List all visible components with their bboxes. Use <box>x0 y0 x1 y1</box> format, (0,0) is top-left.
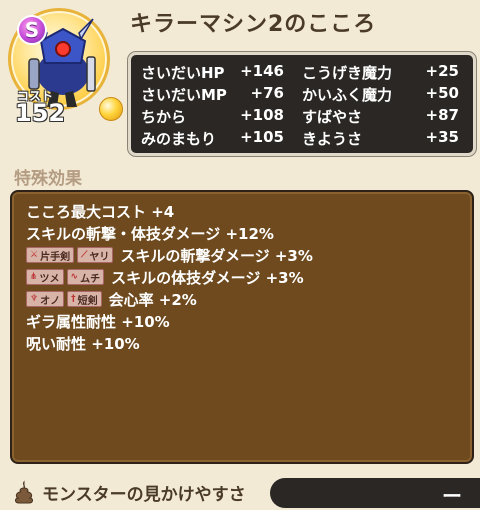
stat-name: さいだいHP <box>141 63 225 82</box>
stat-strength: ちから +108 <box>141 106 302 127</box>
stat-dexterity: きようさ +35 <box>302 128 463 149</box>
sword-icon: ⚔ <box>30 250 39 260</box>
monster-portrait[interactable]: S コスト 152 <box>8 8 123 127</box>
visibility-label: モンスターの見かけやすさ <box>42 485 246 505</box>
stat-name: ちから <box>141 107 187 126</box>
weapon-tag: † 短剣 <box>67 291 102 307</box>
effect-text: スキルの体技ダメージ +3% <box>111 268 304 287</box>
rank-badge: S <box>17 15 47 45</box>
stat-name: すばやさ <box>302 107 363 126</box>
page-title: キラーマシン2のこころ <box>130 12 377 37</box>
weapon-tag: ∿ ムチ <box>66 269 105 285</box>
weapon-tag-label: ヤリ <box>89 251 110 263</box>
effect-text: こころ最大コスト +4 <box>26 202 175 221</box>
weapon-tag-label: 片手剣 <box>40 251 71 263</box>
effect-row: ⚔ 片手剣 ⟋ ヤリ スキルの斬撃ダメージ +3% <box>26 244 458 266</box>
stat-value: +105 <box>240 127 284 146</box>
stat-name: かいふく魔力 <box>302 85 393 104</box>
stat-name: みのまもり <box>141 129 217 148</box>
stat-name: きようさ <box>302 129 363 148</box>
weapon-tag: ⋔ ツメ <box>26 269 64 285</box>
stats-panel: さいだいHP +146 こうげき魔力 +25 さいだいMP +76 かいふく魔力 +50… <box>128 52 476 156</box>
stat-value: +108 <box>240 105 284 124</box>
stat-max-hp: さいだいHP +146 <box>141 62 302 83</box>
stat-name: さいだいMP <box>141 85 227 104</box>
effect-text: 呪い耐性 +10% <box>26 334 140 353</box>
stat-healing-magic: かいふく魔力 +50 <box>302 84 463 105</box>
stat-value: +50 <box>425 83 459 102</box>
cost-value: 152 <box>15 99 66 127</box>
stat-value: +76 <box>250 83 284 102</box>
effect-row: こころ最大コスト +4 <box>26 200 458 222</box>
weapon-tag-label: オノ <box>40 295 61 307</box>
spear-icon: ⟋ <box>81 250 88 260</box>
effect-text: ギラ属性耐性 +10% <box>26 312 170 331</box>
visibility-value: ー <box>442 484 462 508</box>
weapon-tag: ⚔ 片手剣 <box>26 247 75 263</box>
special-effects-heading: 特殊効果 <box>14 169 82 189</box>
weapon-tags: ♆ オノ † 短剣 <box>26 291 105 307</box>
effect-text: 会心率 +2% <box>108 290 197 309</box>
footer: モンスターの見かけやすさ ー <box>0 474 480 510</box>
stat-value: +35 <box>425 127 459 146</box>
effect-text: スキルの斬撃ダメージ +3% <box>120 246 313 265</box>
stat-value: +25 <box>425 61 459 80</box>
stat-value: +146 <box>240 61 284 80</box>
effect-row: ♆ オノ † 短剣 会心率 +2% <box>26 288 458 310</box>
stat-row: さいだいHP +146 こうげき魔力 +25 <box>141 61 463 83</box>
weapon-tag: ⟋ ヤリ <box>77 247 114 263</box>
weapon-tags: ⚔ 片手剣 ⟋ ヤリ <box>26 247 116 263</box>
claw-icon: ⋔ <box>30 272 38 282</box>
stat-max-mp: さいだいMP +76 <box>141 84 302 105</box>
weapon-tag-label: ツメ <box>39 273 60 285</box>
stat-defense: みのまもり +105 <box>141 128 302 149</box>
header: S コスト 152 キラーマシン2のこころ さいだいHP +146 こうげき魔力 +… <box>0 0 480 160</box>
effect-row: ⋔ ツメ ∿ ムチ スキルの体技ダメージ +3% <box>26 266 458 288</box>
axe-icon: ♆ <box>30 294 39 304</box>
stat-attack-magic: こうげき魔力 +25 <box>302 62 463 83</box>
whip-icon: ∿ <box>70 272 79 282</box>
special-effects-panel[interactable]: こころ最大コスト +4 スキルの斬撃・体技ダメージ +12% ⚔ 片手剣 ⟋ ヤリ … <box>10 190 474 464</box>
stat-agility: すばやさ +87 <box>302 106 463 127</box>
dagger-icon: † <box>71 294 76 304</box>
gold-orb-icon <box>99 97 123 121</box>
stat-row: ちから +108 すばやさ +87 <box>141 105 463 127</box>
visibility-value-bar[interactable]: ー <box>270 478 480 508</box>
weapon-tag-label: 短剣 <box>77 295 98 307</box>
stat-name: こうげき魔力 <box>302 63 393 82</box>
effect-text: スキルの斬撃・体技ダメージ +12% <box>26 224 274 243</box>
weapon-tags: ⋔ ツメ ∿ ムチ <box>26 269 107 285</box>
stat-row: さいだいMP +76 かいふく魔力 +50 <box>141 83 463 105</box>
stat-row: みのまもり +105 きようさ +35 <box>141 127 463 149</box>
weapon-tag-label: ムチ <box>80 273 101 285</box>
stat-value: +87 <box>425 105 459 124</box>
weapon-tag: ♆ オノ <box>26 291 65 307</box>
poop-icon <box>15 480 33 504</box>
effect-row: ギラ属性耐性 +10% <box>26 310 458 332</box>
effect-row: スキルの斬撃・体技ダメージ +12% <box>26 222 458 244</box>
effect-row: 呪い耐性 +10% <box>26 332 458 354</box>
